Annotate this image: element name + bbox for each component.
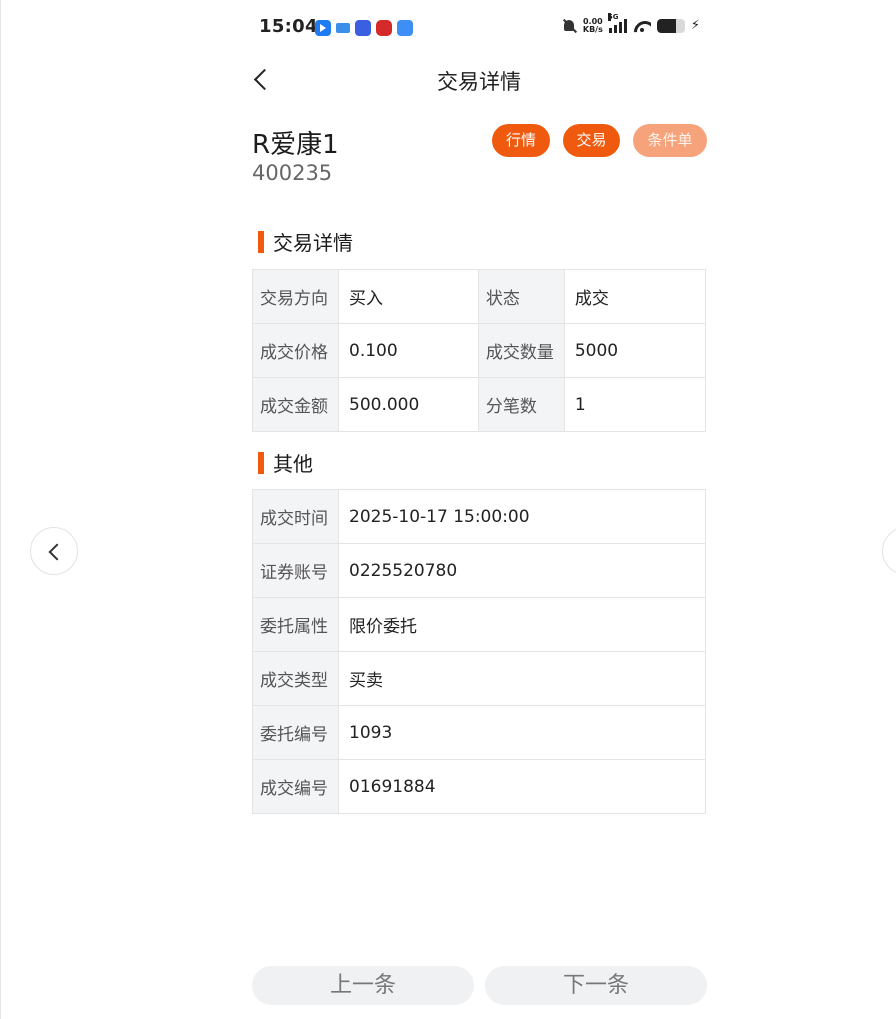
deal-amount-label: 成交金额 (252, 377, 339, 432)
section-title-trade-details: 交易详情 (258, 227, 353, 256)
split-count-label: 分笔数 (477, 377, 565, 432)
app-notification-icon (315, 20, 331, 36)
table-row: 成交价格 0.100 成交数量 5000 (252, 323, 707, 378)
trade-button[interactable]: 交易 (563, 124, 620, 157)
mute-bell-icon (561, 18, 577, 34)
securities-account-label: 证券账号 (252, 543, 339, 598)
deal-price-value: 0.100 (338, 323, 479, 378)
deal-type-value: 买卖 (338, 651, 706, 706)
cloud-notification-icon (397, 20, 413, 36)
section-title-text: 交易详情 (273, 231, 353, 255)
status-label: 状态 (477, 269, 565, 324)
system-icons: 0.00 KB/s 5G ⚡ (561, 13, 700, 34)
trade-direction-value: 买入 (338, 269, 479, 324)
order-number-label: 委托编号 (252, 705, 339, 760)
deal-number-value: 01691884 (338, 759, 706, 814)
securities-account-value: 0225520780 (338, 543, 706, 598)
deal-amount-value: 500.000 (338, 377, 479, 432)
section-title-other: 其他 (258, 448, 313, 477)
deal-quantity-label: 成交数量 (477, 323, 565, 378)
status-time: 15:04 (259, 16, 318, 37)
wifi-icon (633, 19, 651, 33)
deal-time-value: 2025-10-17 15:00:00 (338, 489, 706, 544)
bank-notification-icon (376, 20, 392, 36)
other-details-table: 成交时间 2025-10-17 15:00:00 证券账号 0225520780… (252, 489, 706, 814)
trade-details-table: 交易方向 买入 状态 成交 成交价格 0.100 成交数量 5000 成交金额 … (252, 269, 707, 432)
table-row: 委托编号 1093 (252, 705, 706, 760)
side-previous-arrow-button[interactable] (30, 527, 78, 575)
previous-record-button[interactable]: 上一条 (252, 966, 474, 1005)
deal-quantity-value: 5000 (563, 323, 707, 378)
table-row: 成交类型 买卖 (252, 651, 706, 706)
order-attribute-value: 限价委托 (338, 597, 706, 652)
message-notification-icon (336, 23, 350, 33)
table-row: 成交编号 01691884 (252, 759, 706, 814)
stock-code: 400235 (252, 161, 333, 185)
quote-button[interactable]: 行情 (492, 124, 550, 157)
table-row: 成交金额 500.000 分笔数 1 (252, 377, 707, 432)
table-row: 证券账号 0225520780 (252, 543, 706, 598)
notification-icons (315, 20, 413, 36)
network-type: 5G (607, 13, 619, 21)
conditional-order-button[interactable]: 条件单 (633, 124, 707, 157)
deal-number-label: 成交编号 (252, 759, 339, 814)
signal-icon: 5G (607, 13, 627, 33)
vivo-notification-icon (355, 20, 371, 36)
next-record-button[interactable]: 下一条 (485, 966, 707, 1005)
deal-price-label: 成交价格 (252, 323, 339, 378)
section-title-text: 其他 (273, 452, 313, 476)
page-title: 交易详情 (437, 70, 521, 94)
section-accent-bar (258, 230, 264, 253)
status-value: 成交 (563, 269, 707, 324)
table-row: 成交时间 2025-10-17 15:00:00 (252, 489, 706, 544)
stock-name: R爱康1 (252, 130, 339, 160)
order-number-value: 1093 (338, 705, 706, 760)
battery-icon (656, 19, 685, 33)
network-speed: 0.00 KB/s (583, 18, 603, 34)
order-attribute-label: 委托属性 (252, 597, 339, 652)
deal-time-label: 成交时间 (252, 489, 339, 544)
status-bar: 15:04 0.00 KB/s 5G ⚡ (252, 13, 706, 42)
split-count-value: 1 (563, 377, 707, 432)
trade-direction-label: 交易方向 (252, 269, 339, 324)
table-row: 交易方向 买入 状态 成交 (252, 269, 707, 324)
network-speed-unit: KB/s (582, 25, 603, 34)
table-row: 委托属性 限价委托 (252, 597, 706, 652)
section-accent-bar (258, 451, 264, 474)
deal-type-label: 成交类型 (252, 651, 339, 706)
charging-icon: ⚡ (690, 18, 700, 33)
